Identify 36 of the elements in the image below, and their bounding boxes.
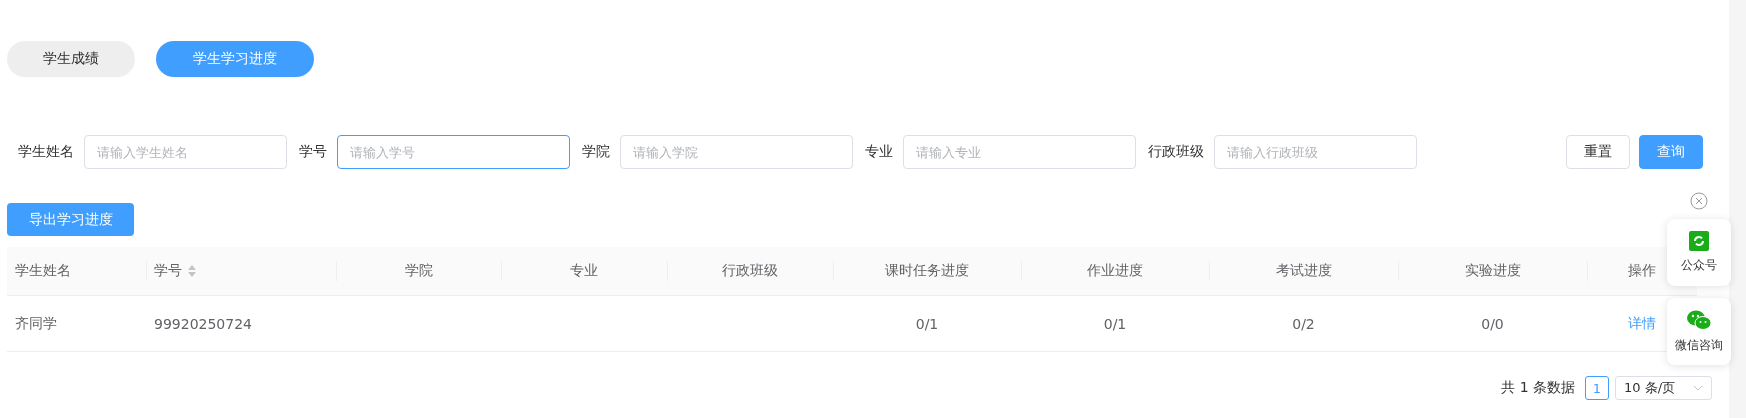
column-header: 操作 [1628, 262, 1656, 280]
column-header: 考试进度 [1275, 262, 1332, 280]
table-cell: 0/1 [915, 315, 939, 332]
filter-input[interactable]: 请输入学号 [337, 135, 570, 169]
tab[interactable]: 学生成绩 [7, 41, 135, 77]
column-header: 学号 [154, 262, 182, 280]
float-widget[interactable]: 公众号 [1667, 219, 1731, 286]
column-header: 专业 [570, 262, 598, 280]
sort-icon[interactable] [188, 265, 196, 277]
total-count: 共 1 条数据 [1501, 379, 1575, 397]
table-cell: 0/0 [1481, 315, 1504, 332]
table-cell: 齐同学 [15, 314, 57, 333]
widget-label: 微信咨询 [1675, 337, 1723, 354]
chevron-down-icon [1693, 385, 1703, 391]
column-header: 课时任务进度 [885, 262, 969, 280]
float-widget[interactable]: 微信咨询 [1667, 298, 1731, 365]
filter-label: 学生姓名 [18, 143, 74, 161]
column-header: 作业进度 [1087, 262, 1143, 280]
chat-bubbles-icon [1686, 309, 1712, 331]
close-icon[interactable] [1690, 192, 1708, 210]
filter-label: 学院 [582, 143, 610, 161]
column-header: 实验进度 [1464, 262, 1521, 280]
column-header: 行政班级 [722, 262, 778, 280]
table-cell: 99920250724 [154, 315, 252, 332]
page-size-select[interactable]: 10 条/页 [1615, 376, 1712, 400]
filter-label: 学号 [299, 143, 327, 161]
column-header: 学生姓名 [15, 262, 71, 280]
table-cell: 0/2 [1292, 315, 1315, 332]
table-cell: 0/1 [1103, 315, 1127, 332]
column-header: 学院 [404, 262, 433, 280]
reset-button[interactable]: 重置 [1566, 135, 1630, 169]
scrollbar-track[interactable] [1729, 0, 1746, 418]
filter-label: 行政班级 [1148, 143, 1204, 161]
recycle-icon [1689, 231, 1709, 251]
widget-label: 公众号 [1681, 257, 1717, 274]
filter-label: 专业 [865, 143, 893, 161]
